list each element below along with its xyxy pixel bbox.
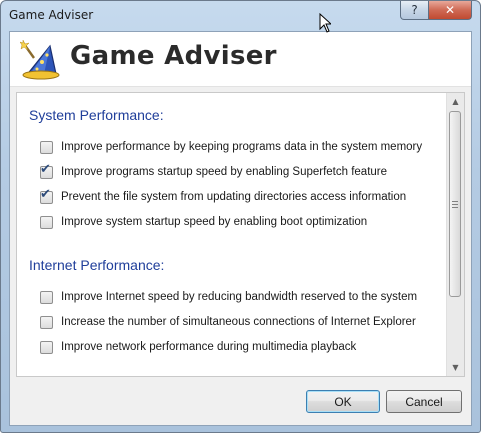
dialog-client-area: Game Adviser System Performance: Improve…: [9, 31, 472, 426]
option-label: Improve programs startup speed by enabli…: [61, 166, 388, 178]
option-boot-optimization[interactable]: Improve system startup speed by enabling…: [40, 214, 367, 230]
option-multimedia-network[interactable]: Improve network performance during multi…: [40, 339, 356, 355]
option-label: Increase the number of simultaneous conn…: [61, 316, 416, 328]
help-icon: ?: [411, 3, 418, 17]
section-title-system: System Performance:: [29, 107, 164, 123]
option-enable-superfetch[interactable]: ✔ Improve programs startup speed by enab…: [40, 161, 388, 180]
checkbox[interactable]: ✔: [40, 186, 53, 204]
checkbox[interactable]: [40, 215, 53, 229]
checkbox[interactable]: [40, 315, 53, 329]
header-title: Game Adviser: [70, 41, 277, 71]
scroll-down-arrow-icon[interactable]: ▼: [447, 359, 464, 376]
checkbox[interactable]: [40, 290, 53, 304]
title-bar[interactable]: Game Adviser ? ✕: [1, 1, 480, 29]
scrollbar-thumb[interactable]: [449, 111, 461, 297]
section-title-internet: Internet Performance:: [29, 257, 165, 273]
help-button[interactable]: ?: [400, 1, 429, 20]
checkbox[interactable]: ✔: [40, 161, 53, 179]
checkbox[interactable]: [40, 140, 53, 154]
scroll-up-arrow-icon[interactable]: ▲: [447, 93, 464, 110]
header-banner: Game Adviser: [10, 32, 471, 87]
grip-icon: [452, 200, 458, 208]
options-panel: System Performance: Improve performance …: [16, 92, 465, 377]
option-label: Improve Internet speed by reducing bandw…: [61, 291, 418, 303]
ok-button[interactable]: OK: [306, 390, 380, 413]
close-icon: ✕: [444, 3, 456, 17]
wizard-hat-icon: [20, 39, 60, 80]
checkmark-icon: ✔: [40, 161, 51, 177]
checkbox[interactable]: [40, 340, 53, 354]
option-ie-connections[interactable]: Increase the number of simultaneous conn…: [40, 314, 416, 330]
cancel-button[interactable]: Cancel: [386, 390, 462, 413]
option-label: Prevent the file system from updating di…: [61, 191, 407, 203]
mouse-pointer-icon: [319, 13, 331, 33]
checkmark-icon: ✔: [40, 186, 51, 202]
game-adviser-window: Game Adviser ? ✕ Game Adviser System Per…: [0, 0, 481, 433]
option-label: Improve network performance during multi…: [61, 341, 357, 353]
window-title: Game Adviser: [9, 8, 94, 22]
option-disable-last-access-update[interactable]: ✔ Prevent the file system from updating …: [40, 186, 407, 205]
vertical-scrollbar[interactable]: ▲ ▼: [446, 93, 464, 376]
option-reduce-reserved-bandwidth[interactable]: Improve Internet speed by reducing bandw…: [40, 289, 417, 305]
option-label: Improve performance by keeping programs …: [61, 141, 423, 153]
option-keep-programs-in-memory[interactable]: Improve performance by keeping programs …: [40, 139, 422, 155]
close-button[interactable]: ✕: [428, 1, 472, 20]
option-label: Improve system startup speed by enabling…: [61, 216, 368, 228]
